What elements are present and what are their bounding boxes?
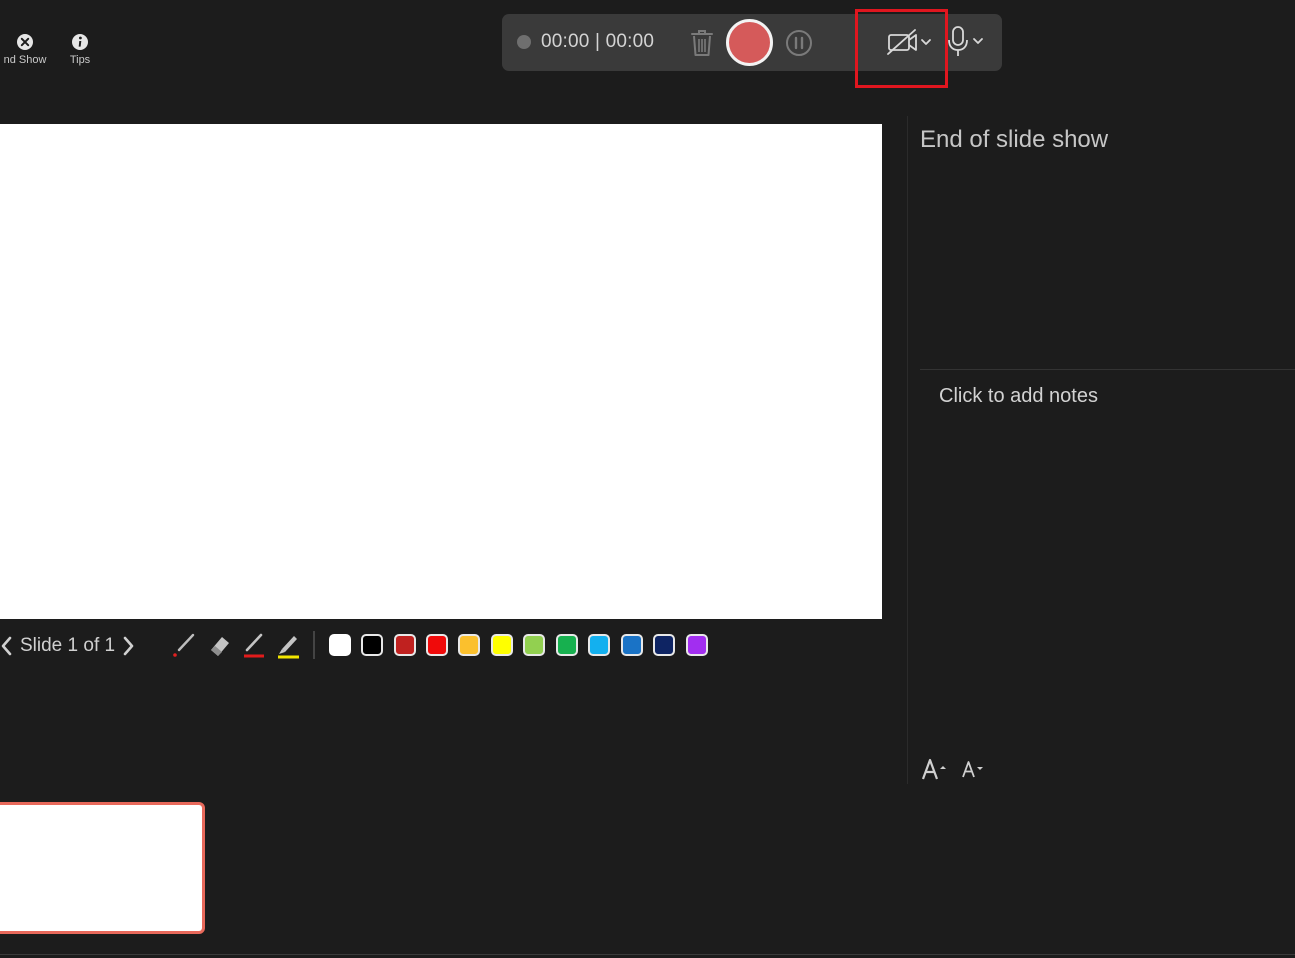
trash-icon[interactable] [689, 28, 715, 58]
ink-color-swatch[interactable] [653, 634, 675, 656]
eraser-icon[interactable] [207, 630, 235, 660]
ink-color-swatch[interactable] [556, 634, 578, 656]
end-show-label: nd Show [3, 54, 47, 66]
pause-icon[interactable] [785, 29, 813, 57]
panel-divider [907, 116, 908, 784]
next-slide-icon[interactable] [121, 635, 135, 657]
previous-slide-icon[interactable] [0, 635, 14, 657]
tips-label: Tips [69, 54, 91, 66]
laser-pointer-icon[interactable] [171, 630, 199, 660]
ink-color-swatch[interactable] [621, 634, 643, 656]
notes-divider [920, 369, 1295, 370]
camera-off-icon[interactable] [885, 27, 935, 57]
close-circle-icon [17, 34, 33, 50]
recording-toolbar: 00:00 | 00:00 [502, 14, 1002, 71]
pen-icon[interactable] [240, 630, 268, 660]
ink-color-swatch[interactable] [361, 634, 383, 656]
toolbar-divider [313, 631, 315, 659]
ink-color-swatch[interactable] [491, 634, 513, 656]
info-icon [72, 34, 88, 50]
ink-color-swatch[interactable] [458, 634, 480, 656]
increase-font-size-icon[interactable] [921, 756, 949, 782]
slide-counter: Slide 1 of 1 [20, 635, 116, 656]
record-button[interactable] [726, 19, 773, 66]
speaker-notes-area[interactable]: Click to add notes [939, 385, 1098, 408]
decrease-font-size-icon[interactable] [961, 759, 985, 779]
ink-color-swatch[interactable] [686, 634, 708, 656]
recording-timer: 00:00 | 00:00 [541, 31, 655, 52]
slide-navigation: Slide 1 of 1 [0, 632, 135, 660]
ink-color-swatch[interactable] [426, 634, 448, 656]
current-slide [0, 124, 882, 619]
chevron-down-icon [921, 39, 931, 45]
ink-color-swatch[interactable] [394, 634, 416, 656]
chevron-down-icon [973, 38, 983, 44]
end-show-button[interactable]: nd Show [0, 33, 56, 66]
microphone-icon[interactable] [945, 25, 987, 59]
recording-status-dot [517, 35, 531, 49]
tips-button[interactable]: Tips [64, 33, 96, 66]
ink-color-swatch[interactable] [329, 634, 351, 656]
highlighter-icon[interactable] [274, 630, 302, 660]
presenter-view: nd Show Tips 00:00 | 00:00 Slide 1 of 1 … [0, 0, 1295, 958]
bottom-divider [0, 954, 1295, 955]
next-slide-preview-text: End of slide show [920, 126, 1109, 153]
slide-thumbnail[interactable] [0, 802, 205, 934]
ink-color-swatch[interactable] [523, 634, 545, 656]
ink-color-swatch[interactable] [588, 634, 610, 656]
